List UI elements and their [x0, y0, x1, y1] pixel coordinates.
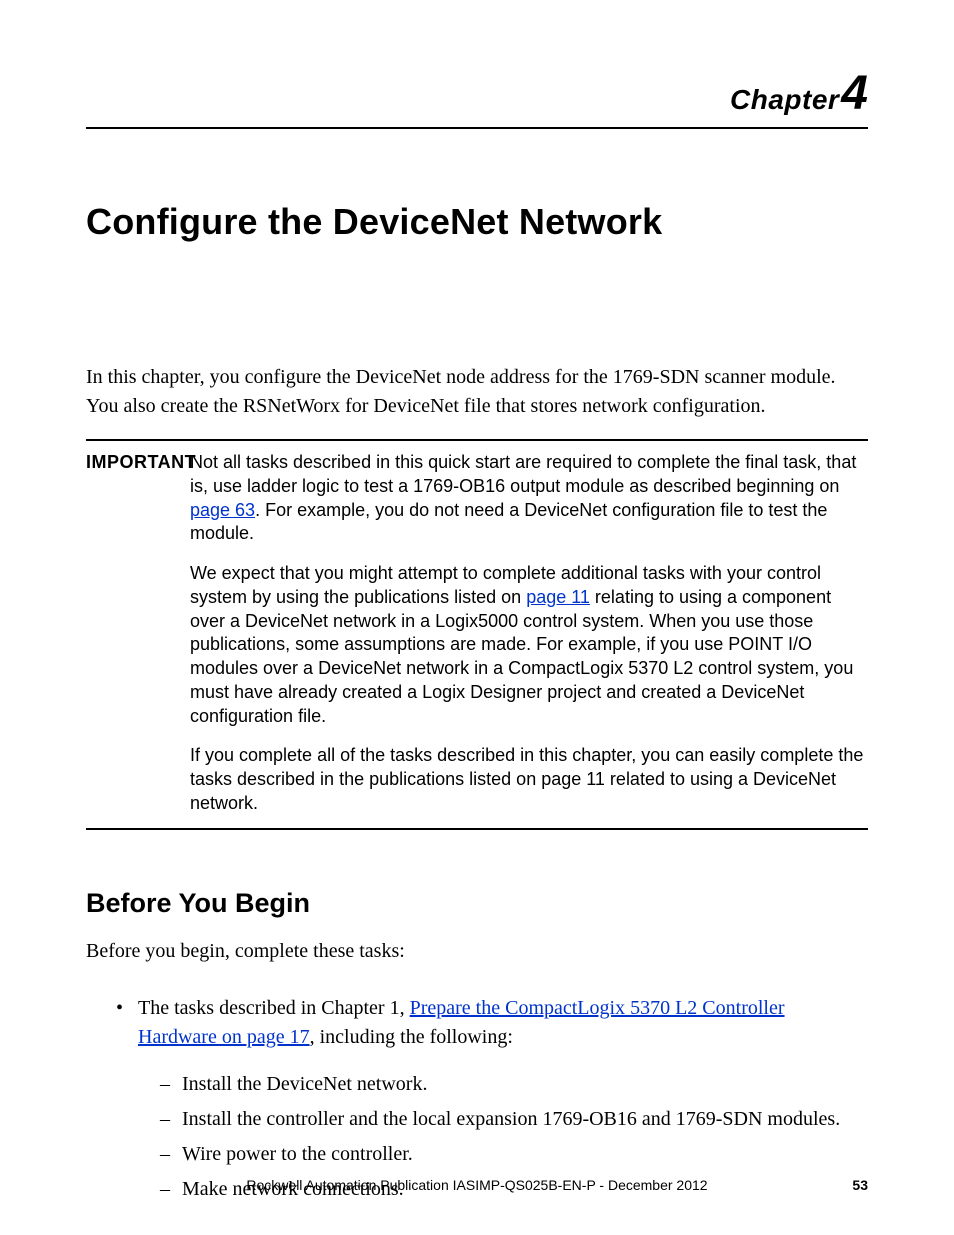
important-content: Not all tasks described in this quick st…: [190, 451, 868, 816]
header-rule: [86, 127, 868, 129]
important-p3: If you complete all of the tasks describ…: [190, 744, 868, 815]
before-heading: Before You Begin: [86, 888, 868, 919]
before-lead: Before you begin, complete these tasks:: [86, 937, 868, 966]
subtask-2: Install the controller and the local exp…: [160, 1105, 868, 1134]
page-title: Configure the DeviceNet Network: [86, 201, 868, 243]
chapter-label: Chapter: [730, 84, 839, 115]
important-callout: IMPORTANT Not all tasks described in thi…: [86, 439, 868, 830]
page-footer: Rockwell Automation Publication IASIMP-Q…: [86, 1177, 868, 1193]
chapter-heading: Chapter4: [86, 66, 868, 121]
task-item-1: The tasks described in Chapter 1, Prepar…: [116, 994, 868, 1204]
chapter-number: 4: [841, 67, 868, 120]
link-page-11[interactable]: page 11: [526, 587, 590, 607]
important-label: IMPORTANT: [86, 451, 190, 816]
footer-text: Rockwell Automation Publication IASIMP-Q…: [246, 1177, 707, 1193]
intro-paragraph: In this chapter, you configure the Devic…: [86, 363, 868, 421]
subtask-1: Install the DeviceNet network.: [160, 1070, 868, 1099]
important-p1: Not all tasks described in this quick st…: [190, 451, 868, 546]
subtask-3: Wire power to the controller.: [160, 1140, 868, 1169]
link-page-63[interactable]: page 63: [190, 500, 255, 520]
task-list: The tasks described in Chapter 1, Prepar…: [116, 994, 868, 1204]
page-number: 53: [852, 1177, 868, 1193]
important-p2: We expect that you might attempt to comp…: [190, 562, 868, 728]
